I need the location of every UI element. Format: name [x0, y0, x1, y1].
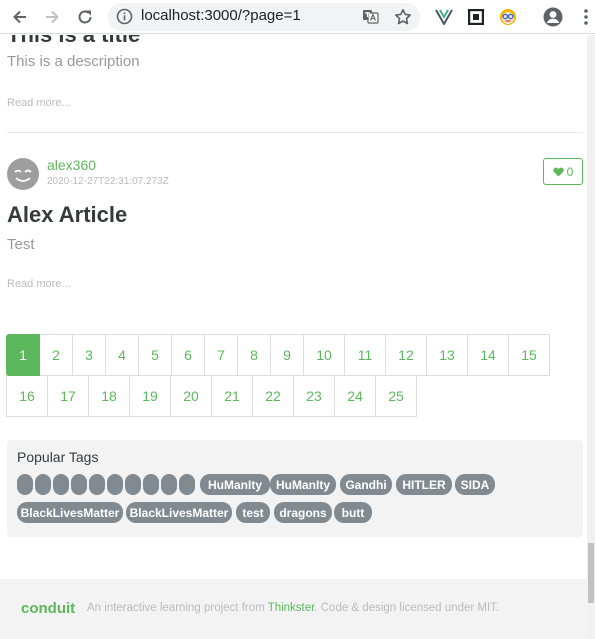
url-text: localhost:3000/?page=1: [141, 7, 301, 24]
article-title[interactable]: This is a title: [7, 35, 583, 49]
article-title[interactable]: Alex Article: [7, 202, 127, 228]
read-more-link[interactable]: Read more...: [7, 278, 71, 290]
tag-pill[interactable]: HuManIty: [200, 474, 270, 495]
tag-pill[interactable]: [17, 474, 33, 495]
tag-pill[interactable]: dragons: [274, 502, 332, 523]
tag-pill[interactable]: [179, 474, 195, 495]
page-link-20[interactable]: 20: [170, 375, 212, 417]
vue-devtools-icon[interactable]: [433, 6, 455, 28]
extension-square-icon[interactable]: [465, 6, 487, 28]
page-link-15[interactable]: 15: [508, 334, 550, 376]
page-link-12[interactable]: 12: [385, 334, 427, 376]
page-link-19[interactable]: 19: [129, 375, 171, 417]
tag-pill[interactable]: SIDA: [455, 474, 495, 495]
article-preview: This is a title This is a description Re…: [7, 35, 583, 133]
tag-pill[interactable]: [89, 474, 105, 495]
page-link-4[interactable]: 4: [105, 334, 139, 376]
tag-pill[interactable]: [71, 474, 87, 495]
article-date: 2020-12-27T22:31:07.273Z: [47, 176, 169, 187]
page-link-21[interactable]: 21: [211, 375, 253, 417]
tag-pill[interactable]: test: [236, 502, 270, 523]
profile-icon[interactable]: [542, 6, 564, 28]
footer: conduit An interactive learning project …: [0, 579, 595, 639]
forward-arrow-icon[interactable]: [41, 6, 63, 28]
footer-logo[interactable]: conduit: [21, 600, 75, 617]
tag-pill[interactable]: [161, 474, 177, 495]
page-link-1[interactable]: 1: [6, 334, 40, 376]
reload-icon[interactable]: [74, 6, 96, 28]
page-link-24[interactable]: 24: [334, 375, 376, 417]
star-icon[interactable]: [394, 8, 412, 30]
article-description: Test: [7, 236, 35, 253]
page-link-6[interactable]: 6: [171, 334, 205, 376]
tag-pill[interactable]: HuManIty: [270, 474, 336, 495]
page-link-17[interactable]: 17: [47, 375, 89, 417]
sidebar-title: Popular Tags: [17, 449, 99, 465]
article-preview: alex360 2020-12-27T22:31:07.273Z 0 Alex …: [7, 154, 583, 304]
popular-tags-sidebar: Popular Tags HuManIty HuManIty Gandhi HITLE…: [7, 440, 583, 537]
tag-pill[interactable]: [143, 474, 159, 495]
page-link-23[interactable]: 23: [293, 375, 335, 417]
info-icon[interactable]: [116, 8, 133, 29]
favorite-button[interactable]: 0: [543, 158, 583, 185]
page-link-16[interactable]: 16: [6, 375, 48, 417]
tag-pill[interactable]: BlackLivesMatter: [17, 502, 123, 523]
tag-pill[interactable]: butt: [334, 502, 372, 523]
page-link-13[interactable]: 13: [426, 334, 468, 376]
page-link-11[interactable]: 11: [344, 334, 386, 376]
tag-pill[interactable]: BlackLivesMatter: [126, 502, 232, 523]
page-link-7[interactable]: 7: [204, 334, 238, 376]
footer-attribution: An interactive learning project from Thi…: [87, 602, 500, 614]
thinkster-link[interactable]: Thinkster: [268, 602, 315, 614]
page-link-22[interactable]: 22: [252, 375, 294, 417]
tag-pill[interactable]: [35, 474, 51, 495]
favorite-count: 0: [566, 164, 574, 179]
page-link-9[interactable]: 9: [270, 334, 304, 376]
scrollbar[interactable]: [587, 35, 595, 639]
back-arrow-icon[interactable]: [9, 6, 31, 28]
read-more-link[interactable]: Read more...: [7, 97, 583, 109]
tag-pill[interactable]: [107, 474, 123, 495]
browser-toolbar: localhost:3000/?page=1: [0, 0, 595, 34]
address-bar[interactable]: localhost:3000/?page=1: [108, 3, 420, 31]
page-link-8[interactable]: 8: [237, 334, 271, 376]
tag-pill[interactable]: [53, 474, 69, 495]
article-description: This is a description: [7, 53, 140, 70]
page-link-14[interactable]: 14: [467, 334, 509, 376]
tag-pill[interactable]: [125, 474, 141, 495]
page-link-18[interactable]: 18: [88, 375, 130, 417]
extension-avatar-icon[interactable]: [497, 6, 519, 28]
page-link-5[interactable]: 5: [138, 334, 172, 376]
page-link-2[interactable]: 2: [39, 334, 73, 376]
page-link-3[interactable]: 3: [72, 334, 106, 376]
scrollbar-thumb[interactable]: [588, 543, 594, 603]
page-link-10[interactable]: 10: [303, 334, 345, 376]
heart-icon: [552, 167, 564, 176]
page-content: This is a title This is a description Re…: [0, 35, 595, 639]
tag-pill[interactable]: HITLER: [396, 474, 452, 495]
page-link-25[interactable]: 25: [375, 375, 417, 417]
author-link[interactable]: alex360: [47, 157, 96, 173]
menu-dots-icon[interactable]: [575, 6, 595, 28]
translate-icon[interactable]: [362, 8, 379, 29]
avatar[interactable]: [7, 158, 39, 190]
tag-pill[interactable]: Gandhi: [340, 474, 392, 495]
